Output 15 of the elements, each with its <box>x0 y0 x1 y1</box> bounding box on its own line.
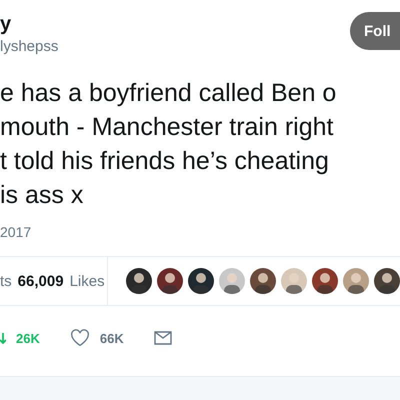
tweet-text-line: mouth - Manchester train right <box>0 112 334 143</box>
likes-count[interactable]: 66,009 <box>18 272 64 290</box>
tweet-text-line: is ass x <box>0 180 84 211</box>
tweet-text-line: e has a boyfriend called Ben o <box>0 78 338 109</box>
retweets-label[interactable]: ts <box>0 272 12 290</box>
heart-icon[interactable] <box>70 329 90 347</box>
retweet-count: 26K <box>16 330 40 346</box>
author-handle[interactable]: lyshepss <box>0 38 58 55</box>
tweet-text-line: t told his friends he’s cheating <box>0 146 330 177</box>
likes-label[interactable]: Likes <box>70 272 105 290</box>
tweet-date: 2017 <box>0 224 32 240</box>
author-name[interactable]: y <box>0 12 58 36</box>
like-count: 66K <box>100 330 124 346</box>
follow-button[interactable]: Foll <box>350 12 400 50</box>
mail-icon[interactable] <box>154 331 172 345</box>
